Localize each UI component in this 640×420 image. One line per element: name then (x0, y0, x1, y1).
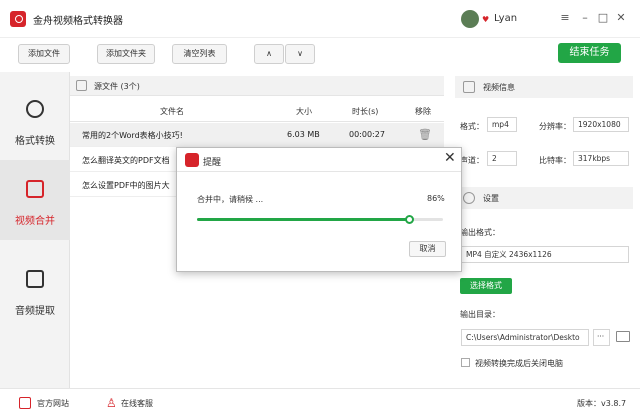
video-info-icon (463, 81, 475, 93)
settings-title: 设置 (483, 194, 499, 203)
channel-value: 2 (487, 151, 517, 166)
shutdown-label: 视频转换完成后关闭电脑 (475, 359, 563, 368)
column-remove: 移除 (415, 107, 431, 116)
progress-fill (197, 218, 409, 221)
progress-percent: 86% (427, 194, 445, 203)
progress-message: 合并中，请稍候 ... (197, 195, 264, 204)
sidebar: 格式转换 视频合并 音频提取 (0, 72, 70, 388)
sidebar-item-video-merge[interactable]: 视频合并 (0, 160, 70, 240)
video-info-title: 视频信息 (483, 83, 515, 92)
column-name: 文件名 (160, 107, 184, 116)
menu-icon[interactable]: ≡ (558, 11, 572, 24)
support-person-icon: ♙ (106, 396, 117, 410)
resolution-value: 1920x1080 (573, 117, 629, 132)
table-row[interactable]: 常用的2个Word表格小技巧! 6.03 MB 00:00:27 🗑 (70, 123, 444, 147)
output-format-label: 输出格式： (460, 228, 500, 237)
minimize-icon[interactable]: – (578, 11, 592, 24)
file-name: 怎么翻译英文的PDF文档 (82, 156, 170, 165)
app-logo-icon (185, 153, 199, 167)
folder-icon (76, 80, 87, 91)
file-name: 常用的2个Word表格小技巧! (82, 131, 183, 140)
file-name: 怎么设置PDF中的图片大 (82, 181, 170, 190)
add-file-button[interactable]: 添加文件 (18, 44, 70, 64)
username[interactable]: Lyan (494, 13, 517, 24)
source-files-title: 源文件 (3个) (94, 82, 140, 91)
close-icon[interactable]: ✕ (614, 11, 628, 24)
progress-dialog: 提醒 ✕ 合并中，请稍候 ... 86% 取消 (176, 147, 462, 272)
output-dir-field[interactable]: C:\Users\Administrator\Deskto (461, 329, 589, 346)
bitrate-label: 比特率： (539, 156, 571, 165)
website-icon (19, 397, 31, 409)
merge-icon (26, 180, 44, 198)
format-label: 格式： (460, 122, 484, 131)
avatar[interactable] (461, 10, 479, 28)
maximize-icon[interactable]: □ (596, 11, 610, 24)
app-logo-icon (10, 11, 26, 27)
dialog-title: 提醒 (203, 158, 222, 168)
resolution-label: 分辨率： (539, 122, 571, 131)
gear-icon (463, 192, 475, 204)
vip-heart-icon: ♥ (482, 15, 490, 24)
sidebar-item-audio-extract[interactable]: 音频提取 (0, 250, 70, 330)
play-icon (26, 100, 44, 118)
clear-list-button[interactable]: 清空列表 (172, 44, 227, 64)
dialog-header: 提醒 ✕ (177, 148, 461, 172)
end-task-button[interactable]: 结束任务 (558, 43, 621, 63)
column-size: 大小 (296, 107, 312, 116)
channel-label: 声道： (460, 156, 484, 165)
add-folder-button[interactable]: 添加文件夹 (97, 44, 155, 64)
progress-knob (404, 215, 414, 224)
format-value: mp4 (487, 117, 517, 132)
bitrate-value: 317kbps (573, 151, 629, 166)
sidebar-item-label: 视频合并 (15, 216, 55, 227)
music-icon (26, 270, 44, 288)
version-label: 版本：v3.8.7 (577, 399, 627, 408)
browse-button[interactable]: ··· (593, 329, 610, 346)
column-duration: 时长(s) (352, 107, 379, 116)
file-size: 6.03 MB (287, 130, 320, 139)
move-down-button[interactable]: ∨ (285, 44, 315, 64)
sidebar-item-format-convert[interactable]: 格式转换 (0, 80, 70, 160)
file-duration: 00:00:27 (349, 130, 385, 139)
progress-bar (197, 215, 443, 224)
dialog-close-icon[interactable]: ✕ (444, 150, 456, 166)
choose-format-button[interactable]: 选择格式 (460, 278, 512, 294)
toolbar: 添加文件 添加文件夹 清空列表 ∧ ∨ 结束任务 (0, 38, 640, 72)
video-info-header: 视频信息 (455, 76, 633, 98)
official-website-link[interactable]: 官方网站 (37, 398, 69, 409)
sidebar-item-label: 音频提取 (15, 306, 55, 317)
folder-open-icon[interactable] (616, 331, 630, 342)
title-bar: 金舟视频格式转换器 ♥ Lyan ≡ – □ ✕ (0, 0, 640, 38)
app-title: 金舟视频格式转换器 (33, 16, 123, 27)
file-table-header: 文件名 大小 时长(s) 移除 (70, 100, 444, 122)
source-files-header: 源文件 (3个) (70, 76, 444, 96)
output-format-field[interactable]: MP4 自定义 2436x1126 (461, 246, 629, 263)
output-dir-label: 输出目录： (460, 310, 500, 319)
move-up-button[interactable]: ∧ (254, 44, 284, 64)
trash-icon[interactable]: 🗑 (418, 128, 432, 141)
settings-header: 设置 (455, 187, 633, 209)
shutdown-checkbox[interactable] (461, 358, 470, 367)
footer: 官方网站 ♙ 在线客服 版本：v3.8.7 (0, 388, 640, 420)
sidebar-item-label: 格式转换 (15, 136, 55, 147)
cancel-button[interactable]: 取消 (409, 241, 446, 257)
online-support-link[interactable]: 在线客服 (121, 398, 153, 409)
